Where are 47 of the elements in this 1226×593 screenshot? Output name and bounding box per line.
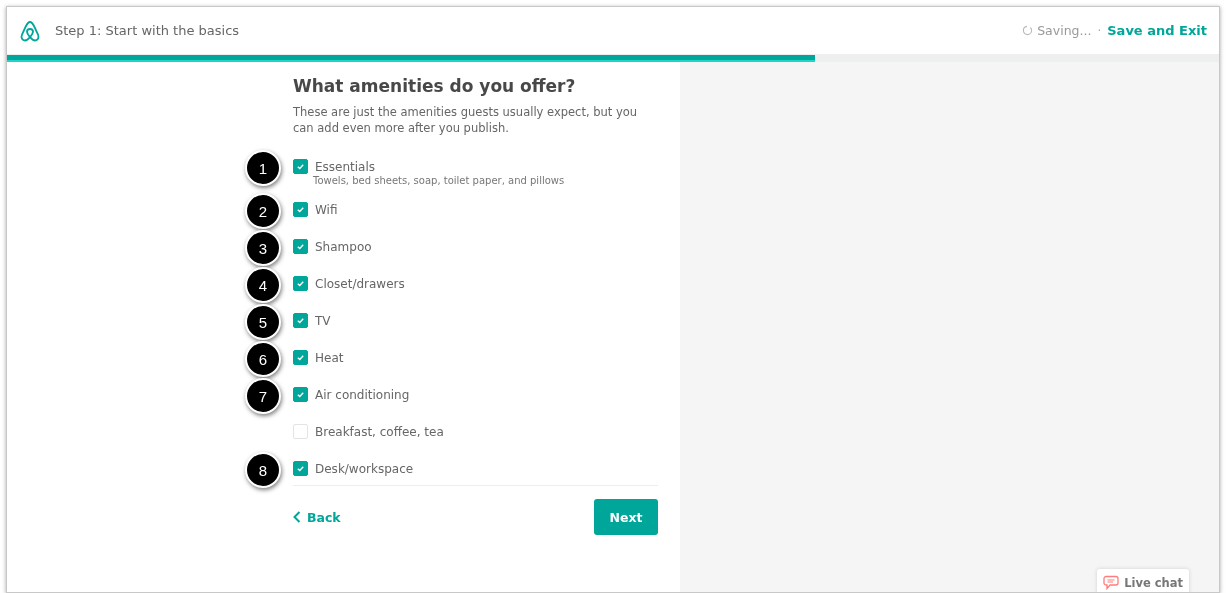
step-callout: 4 [245, 267, 281, 303]
live-chat-button[interactable]: Live chat [1097, 569, 1189, 592]
checkmark-icon [296, 464, 305, 473]
checkbox[interactable] [293, 350, 308, 365]
amenity-label: TV [315, 313, 331, 328]
page-subtitle: These are just the amenities guests usually expect, but you can add even more after you publish. [293, 104, 639, 136]
checkbox[interactable] [293, 313, 308, 328]
checkmark-icon [296, 390, 305, 399]
checkmark-icon [296, 205, 305, 214]
checkbox[interactable] [293, 387, 308, 402]
spinner-icon [1022, 25, 1034, 36]
step-callout: 7 [245, 378, 281, 414]
save-and-exit-link[interactable]: Save and Exit [1107, 23, 1207, 38]
checkbox[interactable] [293, 276, 308, 291]
step-callout: 3 [245, 230, 281, 266]
checkmark-icon [296, 353, 305, 362]
step-title: Step 1: Start with the basics [55, 23, 241, 38]
amenity-label: Air conditioning [315, 387, 410, 402]
step-callout: 8 [245, 452, 281, 488]
checkmark-icon [296, 279, 305, 288]
checkbox[interactable] [293, 461, 308, 476]
amenity-description: Towels, bed sheets, soap, toilet paper, and pillows [313, 175, 566, 188]
chat-bubble-icon [1103, 575, 1120, 590]
step-callout: 1 [245, 150, 281, 186]
back-link[interactable]: Back [293, 509, 341, 525]
step-callout: 5 [245, 304, 281, 340]
checkmark-icon [296, 242, 305, 251]
step-callout: 2 [245, 193, 281, 229]
checkmark-icon [296, 316, 305, 325]
chevron-left-icon [293, 511, 301, 523]
checkbox[interactable] [293, 159, 308, 174]
amenity-label: Shampoo [315, 239, 372, 254]
amenity-label: Essentials [315, 159, 376, 174]
step-callout: 6 [245, 341, 281, 377]
saving-status: Saving... [1022, 23, 1092, 38]
page-title: What amenities do you offer? [293, 76, 577, 96]
checkmark-icon [296, 162, 305, 171]
logo-icon[interactable] [19, 18, 41, 43]
separator-dot: · [1097, 23, 1102, 38]
amenity-label: Closet/drawers [315, 276, 405, 291]
amenity-label: Wifi [315, 202, 338, 217]
checkbox[interactable] [293, 239, 308, 254]
amenity-label: Desk/workspace [315, 461, 414, 476]
checkbox[interactable] [293, 202, 308, 217]
next-button[interactable]: Next [594, 499, 658, 535]
amenity-label: Breakfast, coffee, tea [315, 424, 444, 439]
amenity-label: Heat [315, 350, 344, 365]
